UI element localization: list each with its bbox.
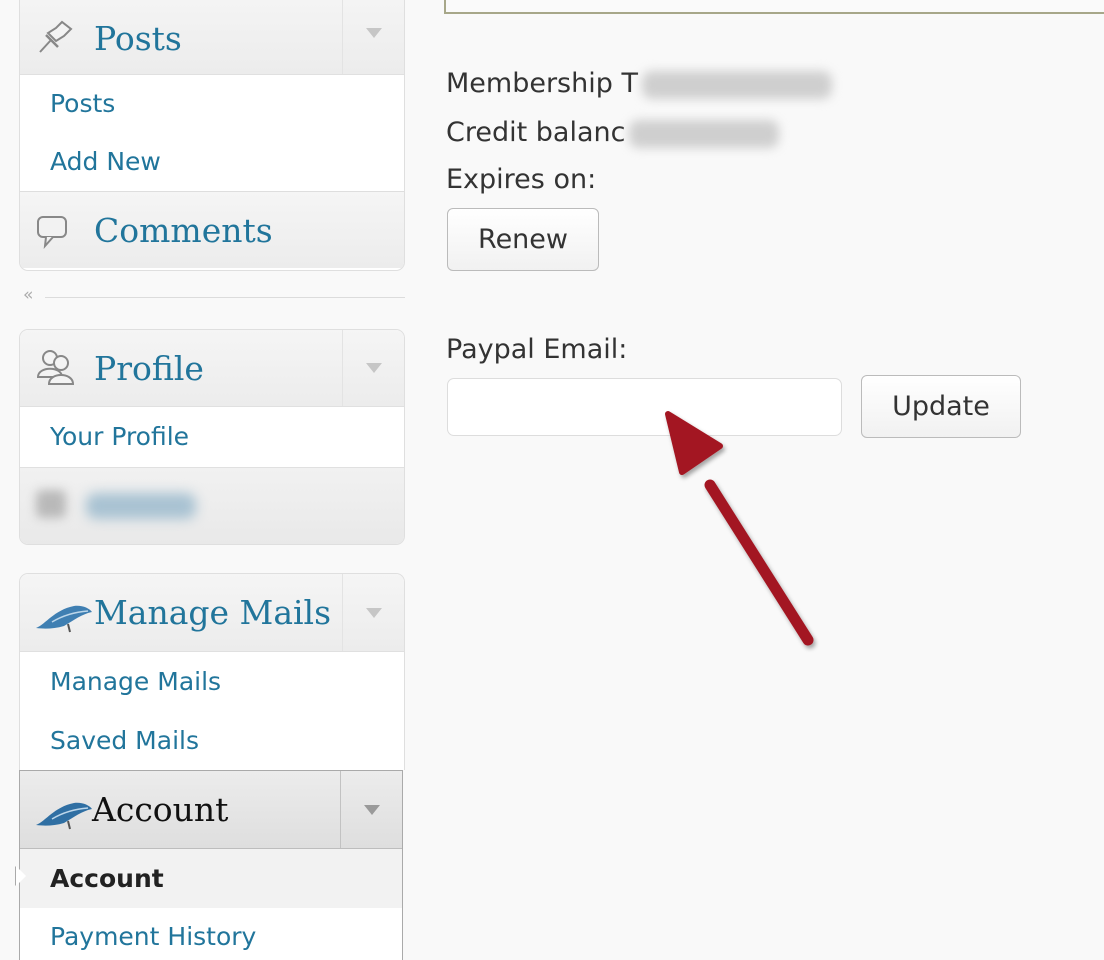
menu-title-account[interactable]: Account bbox=[92, 771, 228, 849]
submenu-posts[interactable]: Posts bbox=[20, 75, 404, 133]
redacted-label bbox=[86, 493, 196, 519]
expires-on-label: Expires on: bbox=[446, 164, 597, 195]
menu-toggle-posts[interactable] bbox=[342, 0, 404, 74]
feather-icon bbox=[34, 598, 92, 638]
chevron-down-icon bbox=[363, 804, 380, 815]
menu-head-manage-mails[interactable]: Manage Mails bbox=[20, 574, 404, 652]
submenu-saved-mails[interactable]: Saved Mails bbox=[20, 712, 404, 770]
redacted-icon bbox=[36, 490, 66, 518]
submenu-payment-history[interactable]: Payment History bbox=[20, 908, 402, 960]
membership-type-row: Membership T bbox=[446, 68, 832, 99]
menu-head-comments[interactable]: Comments bbox=[20, 191, 404, 268]
menu-head-posts[interactable]: Posts bbox=[20, 0, 404, 75]
membership-type-label: Membership T bbox=[446, 68, 638, 99]
menu-title-comments[interactable]: Comments bbox=[94, 192, 273, 269]
credit-balance-label: Credit balanc bbox=[446, 117, 626, 148]
menu-group-posts: Posts Posts Add New Comments bbox=[19, 0, 405, 271]
submenu-manage-mails[interactable]: Manage Mails bbox=[20, 652, 404, 712]
chevron-down-icon bbox=[365, 607, 382, 618]
menu-title-posts[interactable]: Posts bbox=[94, 3, 182, 75]
menu-toggle-profile[interactable] bbox=[342, 330, 404, 406]
collapse-menu-row[interactable]: « bbox=[19, 285, 405, 309]
menu-group-profile: Profile Your Profile bbox=[19, 329, 405, 545]
feather-icon bbox=[34, 795, 94, 835]
pushpin-icon bbox=[34, 19, 84, 59]
submenu-account-active[interactable]: Account bbox=[20, 849, 402, 908]
menu-group-manage-mails: Manage Mails Manage Mails Saved Mails bbox=[19, 573, 405, 770]
menu-toggle-manage-mails[interactable] bbox=[342, 574, 404, 651]
collapse-divider bbox=[45, 297, 405, 298]
credit-balance-value-redacted bbox=[629, 119, 780, 148]
menu-toggle-account[interactable] bbox=[340, 771, 402, 848]
annotation-arrow-icon bbox=[665, 411, 814, 646]
notice-box-edge bbox=[444, 0, 1104, 14]
membership-type-value-redacted bbox=[641, 70, 832, 99]
collapse-icon[interactable]: « bbox=[23, 285, 33, 305]
active-item-pointer bbox=[16, 866, 26, 886]
menu-title-manage-mails[interactable]: Manage Mails bbox=[94, 574, 331, 652]
menu-head-account[interactable]: Account bbox=[20, 771, 402, 849]
paypal-email-label: Paypal Email: bbox=[446, 334, 628, 365]
submenu-add-new[interactable]: Add New bbox=[20, 133, 404, 191]
users-icon bbox=[34, 346, 84, 386]
menu-title-profile[interactable]: Profile bbox=[94, 330, 204, 407]
menu-group-account: Account Account Payment History bbox=[19, 770, 403, 960]
speech-bubble-icon bbox=[34, 212, 84, 252]
menu-head-redacted[interactable] bbox=[20, 468, 404, 544]
submenu-your-profile[interactable]: Your Profile bbox=[20, 407, 404, 468]
credit-balance-row: Credit balanc bbox=[446, 117, 780, 148]
chevron-down-icon bbox=[365, 27, 382, 38]
update-button[interactable]: Update bbox=[861, 375, 1021, 438]
renew-button[interactable]: Renew bbox=[447, 208, 599, 271]
menu-head-profile[interactable]: Profile bbox=[20, 330, 404, 407]
chevron-down-icon bbox=[365, 363, 382, 373]
